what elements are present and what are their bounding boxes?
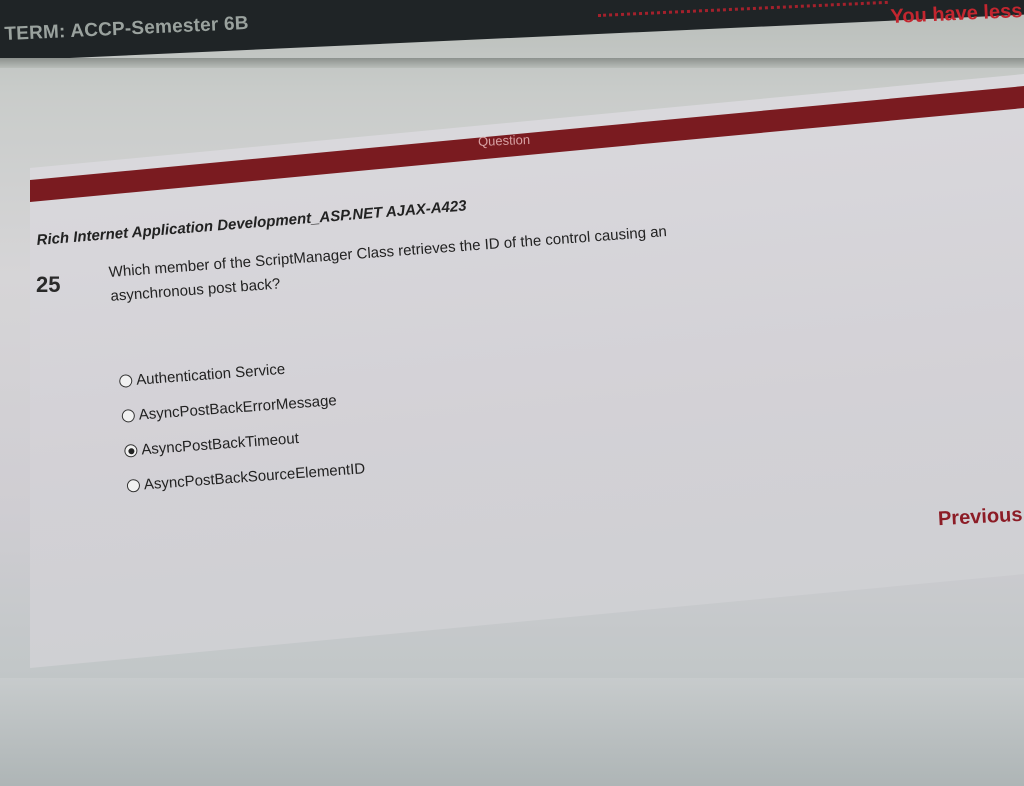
answer-option-label: AsyncPostBackTimeout [140, 429, 300, 459]
answer-option-label: AsyncPostBackSourceElementID [143, 460, 366, 494]
radio-dot [127, 447, 135, 455]
radio-button[interactable] [123, 443, 138, 458]
answer-options: Authentication Service AsyncPostBackErro… [118, 347, 366, 504]
header-divider [0, 58, 1024, 68]
question-header-label: Question [477, 132, 531, 149]
answer-option-label: Authentication Service [135, 360, 286, 389]
screen-bottom-bezel [0, 678, 1024, 786]
answer-option-label: AsyncPostBackErrorMessage [138, 392, 338, 424]
question-number: 25 [36, 272, 61, 297]
radio-button[interactable] [126, 478, 141, 493]
radio-button[interactable] [121, 408, 136, 423]
previous-button[interactable]: Previous [937, 504, 1023, 531]
time-warning: You have less tha [890, 0, 1024, 28]
radio-button[interactable] [118, 374, 133, 388]
